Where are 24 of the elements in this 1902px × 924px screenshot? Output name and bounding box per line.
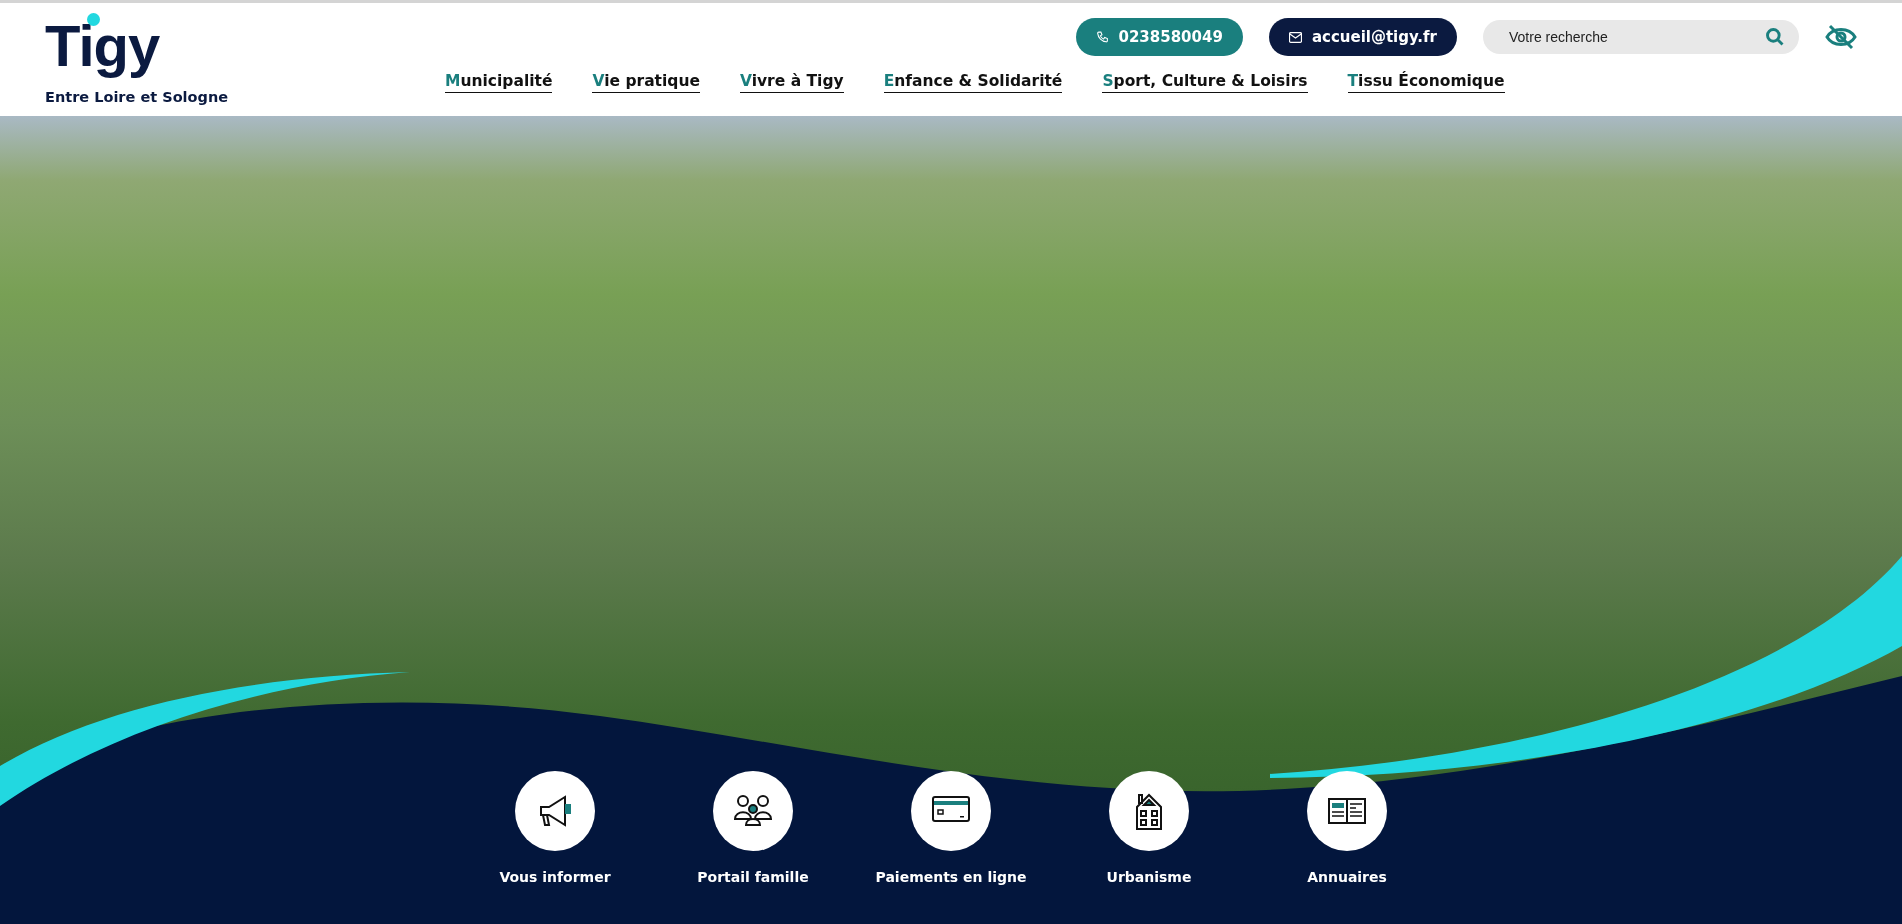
open-book-icon (1328, 798, 1366, 824)
nav-link[interactable]: Vivre à Tigy (739, 72, 844, 93)
nav-link[interactable]: Vie pratique (592, 72, 700, 93)
quick-link[interactable]: Portail famille (663, 770, 843, 886)
nav-link[interactable]: Enfance & Solidarité (883, 72, 1063, 93)
email-button[interactable]: accueil@tigy.fr (1268, 18, 1457, 56)
megaphone-icon (540, 795, 571, 827)
logo-tagline: Entre Loire et Sologne (45, 89, 230, 105)
quick-link[interactable]: Vous informer (465, 770, 645, 886)
search-field[interactable]: Votre recherche (1483, 20, 1799, 54)
nav-link[interactable]: Municipalité (445, 72, 553, 93)
house-icon (1136, 793, 1162, 830)
family-icon (734, 795, 772, 826)
nav-link[interactable]: Sport, Culture & Loisirs (1102, 72, 1308, 93)
quick-link[interactable]: Annuaires (1257, 770, 1437, 886)
nav-link[interactable]: Tissu Économique (1347, 72, 1505, 93)
envelope-icon (1288, 31, 1302, 43)
phone-button[interactable]: 0238580049 (1075, 18, 1243, 56)
eye-slash-icon[interactable] (1825, 24, 1857, 50)
bank-card-icon (932, 796, 970, 822)
quick-link[interactable]: Paiements en ligne (861, 770, 1041, 886)
phone-icon (1095, 30, 1109, 44)
quick-link[interactable]: Urbanisme (1059, 770, 1239, 886)
search-icon[interactable] (1765, 27, 1785, 47)
